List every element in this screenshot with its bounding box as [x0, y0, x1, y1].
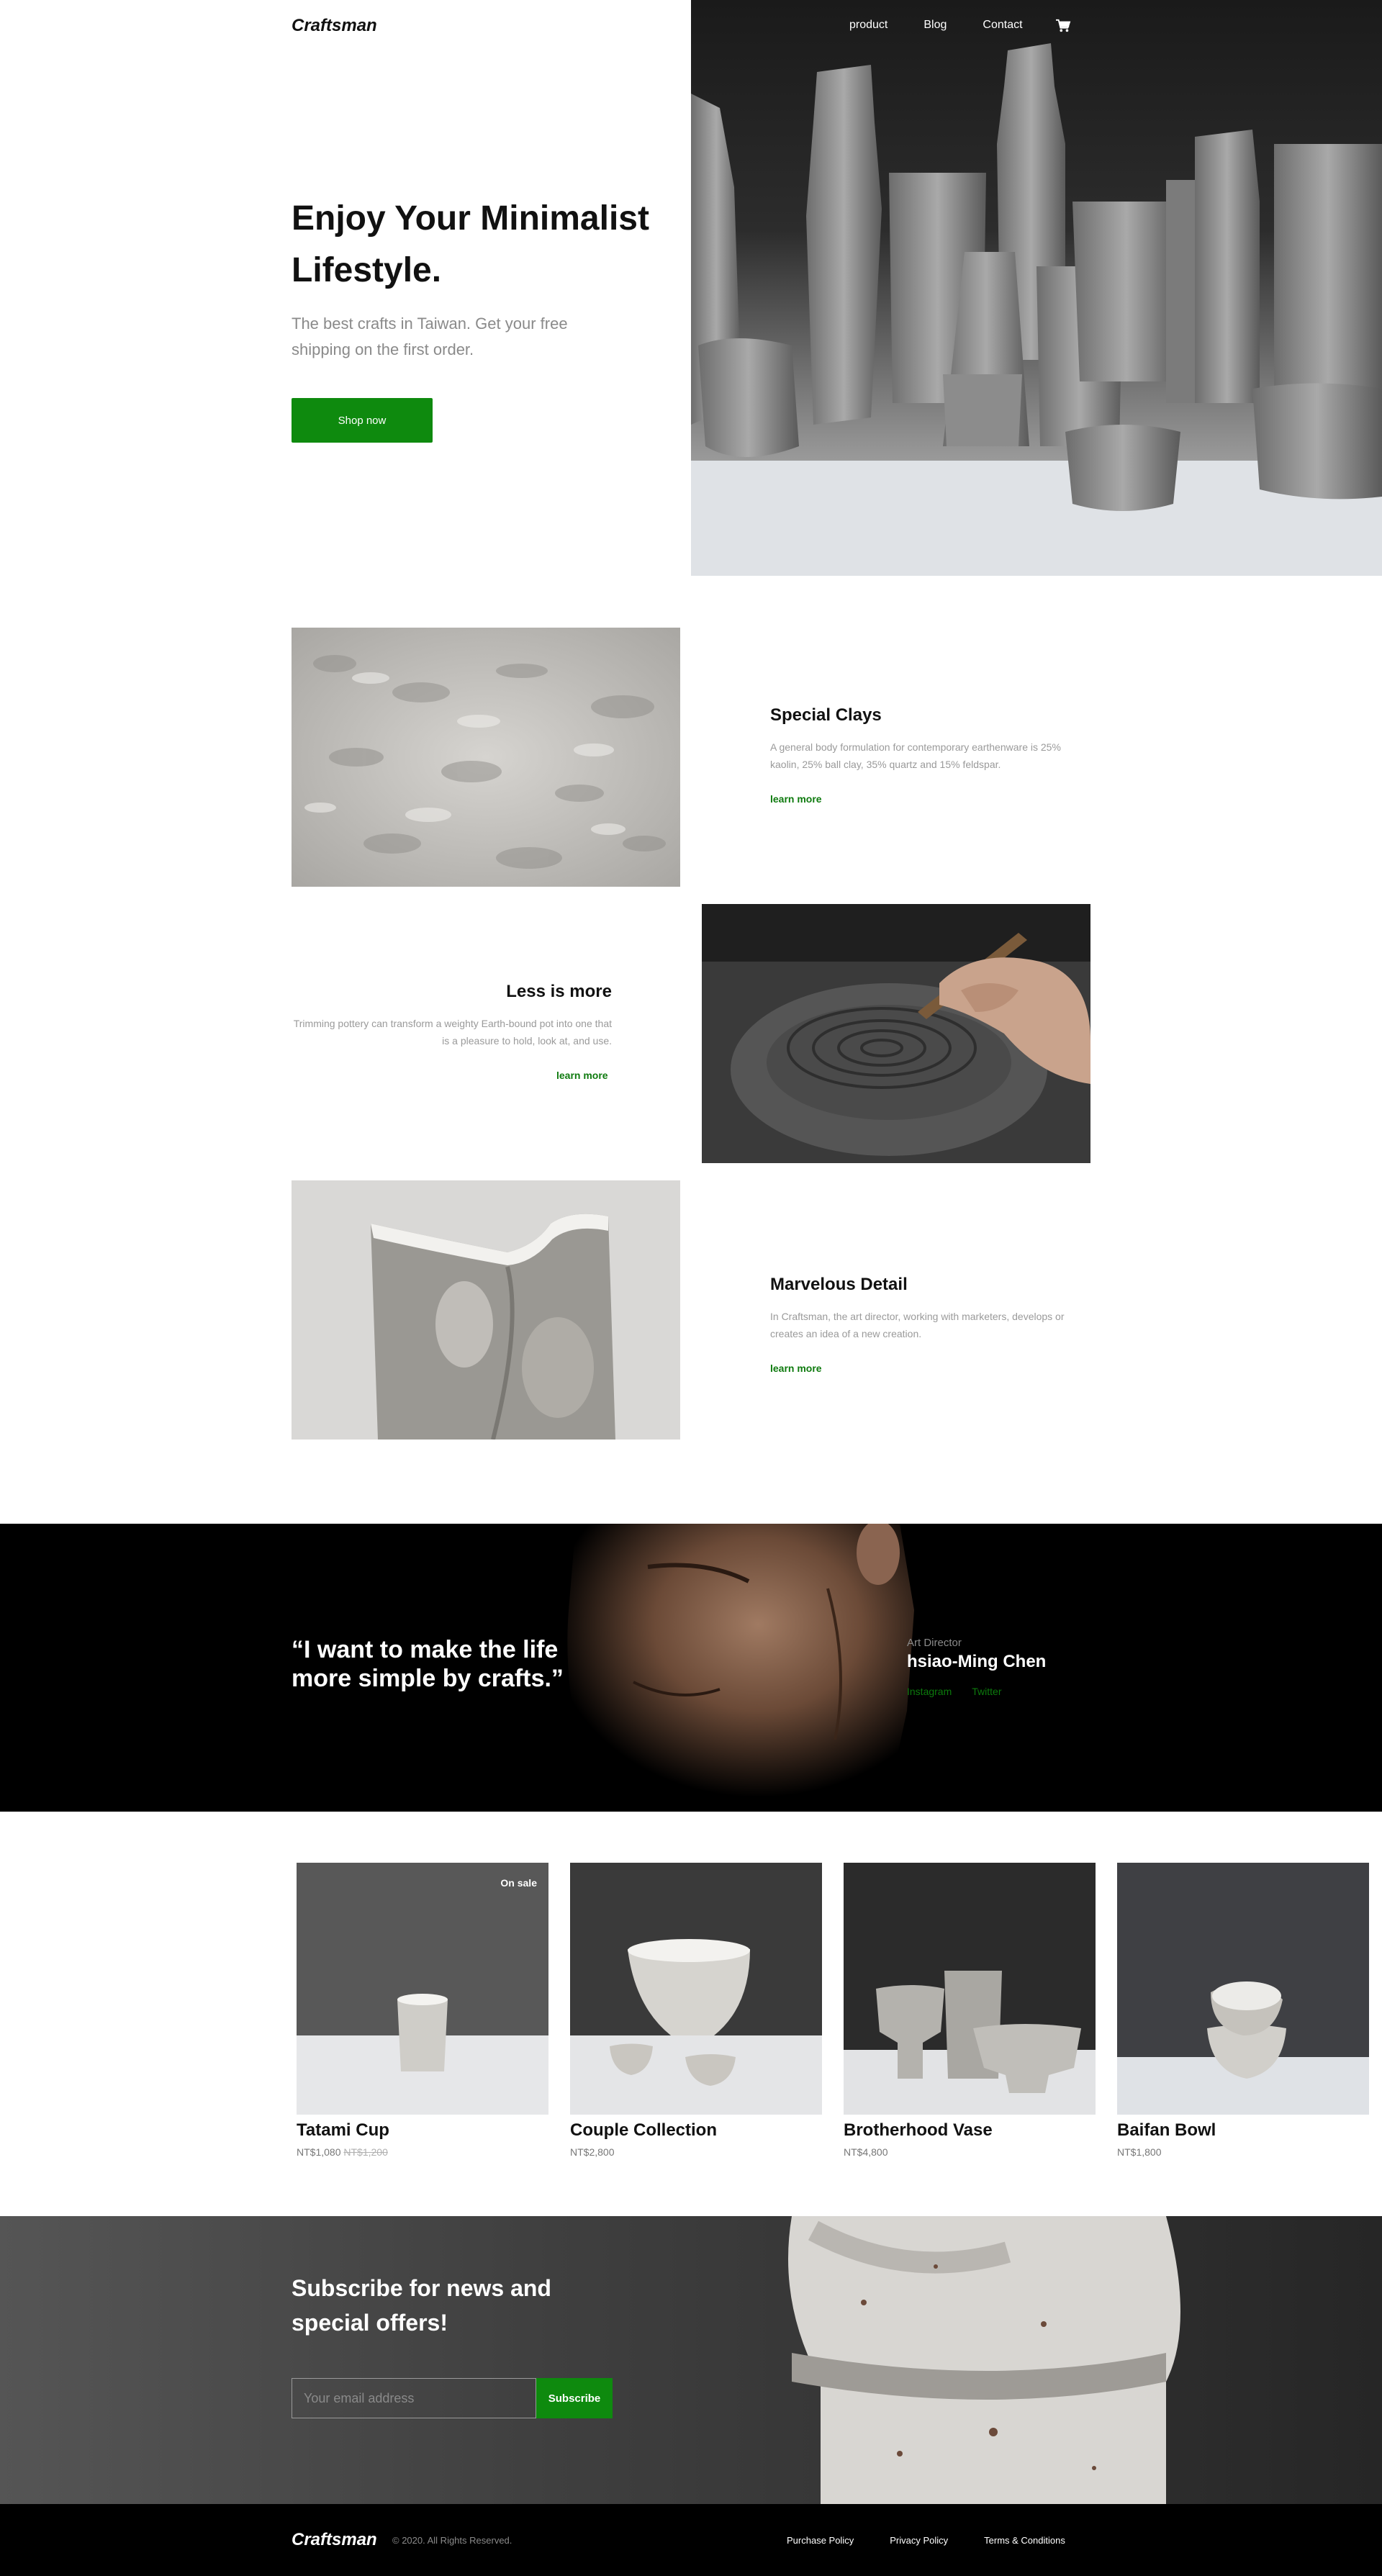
- product-card-brotherhood-vase[interactable]: Brotherhood Vase NT$4,800: [844, 1863, 1096, 2158]
- cup-detail-image: [292, 1180, 680, 1440]
- quote-section: “I want to make the life more simple by …: [0, 1524, 1382, 1812]
- hero-title: Enjoy Your Minimalist Lifestyle.: [292, 199, 649, 289]
- footer-logo[interactable]: Craftsman: [292, 2530, 377, 2550]
- original-price: NT$1,200: [343, 2146, 388, 2158]
- product-name[interactable]: Couple Collection: [570, 2120, 822, 2141]
- shop-now-button[interactable]: Shop now: [292, 398, 433, 443]
- privacy-policy-link[interactable]: Privacy Policy: [890, 2535, 948, 2546]
- product-card-baifan-bowl[interactable]: Baifan Bowl NT$1,800: [1117, 1863, 1369, 2158]
- pottery-trimming-image: [702, 904, 1090, 1163]
- current-price: NT$2,800: [570, 2146, 615, 2158]
- footer: Craftsman © 2020. All Rights Reserved. P…: [0, 2504, 1382, 2576]
- product-name[interactable]: Baifan Bowl: [1117, 2120, 1369, 2141]
- product-price: NT$1,080 NT$1,200: [297, 2146, 548, 2158]
- hero-section: Craftsman product Blog Contact Enjoy You…: [0, 0, 1382, 576]
- product-name[interactable]: Tatami Cup: [297, 2120, 548, 2141]
- nav-contact[interactable]: Contact: [983, 19, 1022, 32]
- twitter-link[interactable]: Twitter: [972, 1686, 1001, 1697]
- feature-text-special-clays: A general body formulation for contempor…: [770, 741, 1061, 770]
- current-price: NT$1,080: [297, 2146, 341, 2158]
- subscribe-title: Subscribe for news and special offers!: [292, 2275, 551, 2336]
- product-name[interactable]: Brotherhood Vase: [844, 2120, 1096, 2141]
- on-sale-badge: On sale: [500, 1877, 537, 1889]
- subscribe-button[interactable]: Subscribe: [536, 2378, 613, 2418]
- footer-links: Purchase Policy Privacy Policy Terms & C…: [787, 2535, 1101, 2546]
- hero-pottery-image: [691, 0, 1382, 576]
- learn-more-link-special-clays[interactable]: learn more: [770, 793, 822, 805]
- feature-title-marvelous-detail: Marvelous Detail: [770, 1275, 908, 1294]
- product-image-couple-collection[interactable]: [570, 1863, 822, 2115]
- feature-text-marvelous-detail: In Craftsman, the art director, working …: [770, 1311, 1065, 1339]
- learn-more-link-less-is-more[interactable]: learn more: [556, 1070, 608, 1081]
- quote-text: “I want to make the life more simple by …: [292, 1636, 564, 1692]
- pottery-illustration: [691, 43, 1382, 576]
- copyright-text: © 2020. All Rights Reserved.: [392, 2535, 512, 2546]
- stacked-bowls-image: [788, 2216, 1180, 2504]
- product-image-baifan-bowl[interactable]: [1117, 1863, 1369, 2115]
- purchase-policy-link[interactable]: Purchase Policy: [787, 2535, 854, 2546]
- feature-title-special-clays: Special Clays: [770, 705, 882, 725]
- nav-product[interactable]: product: [849, 19, 888, 32]
- clay-texture-image: [292, 628, 680, 887]
- cart-icon[interactable]: [1055, 19, 1071, 33]
- main-nav: product Blog Contact: [849, 19, 1059, 32]
- terms-conditions-link[interactable]: Terms & Conditions: [984, 2535, 1065, 2546]
- email-input[interactable]: [292, 2378, 536, 2418]
- product-image-brotherhood-vase[interactable]: [844, 1863, 1096, 2115]
- current-price: NT$1,800: [1117, 2146, 1162, 2158]
- subscribe-section: Subscribe for news and special offers! S…: [0, 2216, 1382, 2504]
- product-price: NT$2,800: [570, 2146, 822, 2158]
- social-links: Instagram Twitter: [907, 1686, 1001, 1697]
- product-price: NT$1,800: [1117, 2146, 1369, 2158]
- feature-text-less-is-more: Trimming pottery can transform a weighty…: [293, 1018, 612, 1047]
- product-image-tatami-cup[interactable]: On sale: [297, 1863, 548, 2115]
- product-card-tatami-cup[interactable]: On sale Tatami Cup NT$1,080 NT$1,200: [297, 1863, 548, 2158]
- nav-blog[interactable]: Blog: [923, 19, 947, 32]
- feature-title-less-is-more: Less is more: [506, 982, 612, 1001]
- quote-role: Art Director: [907, 1637, 962, 1649]
- hero-subtitle: The best crafts in Taiwan. Get your free…: [292, 315, 568, 358]
- product-price: NT$4,800: [844, 2146, 1096, 2158]
- product-card-couple-collection[interactable]: Couple Collection NT$2,800: [570, 1863, 822, 2158]
- artist-portrait-image: [567, 1524, 914, 1812]
- learn-more-link-marvelous-detail[interactable]: learn more: [770, 1362, 822, 1374]
- site-logo[interactable]: Craftsman: [292, 16, 377, 36]
- instagram-link[interactable]: Instagram: [907, 1686, 952, 1697]
- current-price: NT$4,800: [844, 2146, 888, 2158]
- quote-author-name: hsiao-Ming Chen: [907, 1652, 1047, 1671]
